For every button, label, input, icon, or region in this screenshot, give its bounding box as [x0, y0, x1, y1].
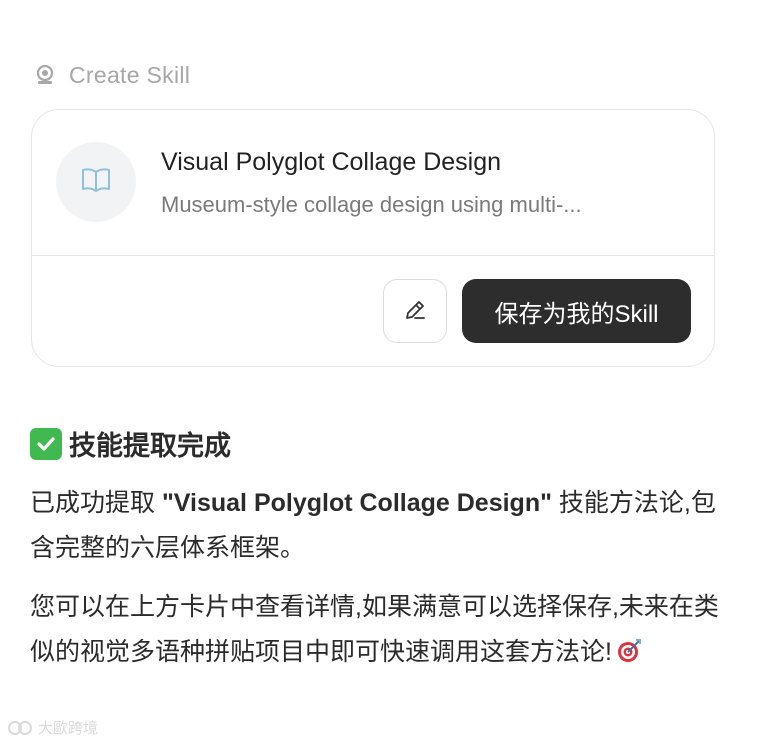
skill-name-highlight: "Visual Polyglot Collage Design" [161, 489, 552, 517]
edit-skill-button[interactable] [383, 279, 447, 343]
skill-avatar [56, 142, 136, 222]
brain-icon [33, 63, 57, 87]
completion-title: 技能提取完成 [69, 431, 231, 461]
completion-heading: 技能提取完成 [30, 424, 231, 463]
direct-hit-icon [616, 634, 642, 679]
skill-card: Visual Polyglot Collage Design Museum-st… [31, 109, 715, 367]
skill-card-info[interactable]: Visual Polyglot Collage Design Museum-st… [32, 110, 714, 256]
para1-prefix: 已成功提取 [30, 489, 162, 517]
watermark-text: 大歐跨境 [38, 720, 99, 737]
skill-description: Museum-style collage design using multi-… [161, 192, 582, 217]
create-skill-header: Create Skill [33, 60, 190, 90]
chat-message: Create Skill Visual Polyglot Collage Des… [0, 0, 758, 744]
skill-title: Visual Polyglot Collage Design [161, 148, 502, 176]
message-paragraph-2: 您可以在上方卡片中查看详情,如果满意可以选择保存,未来在类似的视觉多语种拼贴项目… [30, 585, 720, 679]
message-paragraph-1: 已成功提取 "Visual Polyglot Collage Design" 技… [30, 481, 720, 571]
watermark: 大歐跨境 [8, 717, 98, 738]
pencil-icon [402, 297, 428, 326]
book-icon [80, 166, 112, 199]
watermark-logo-icon [8, 720, 32, 735]
check-mark-button-icon [30, 427, 62, 460]
create-skill-label: Create Skill [69, 61, 191, 88]
save-skill-button[interactable]: 保存为我的Skill [462, 279, 691, 343]
